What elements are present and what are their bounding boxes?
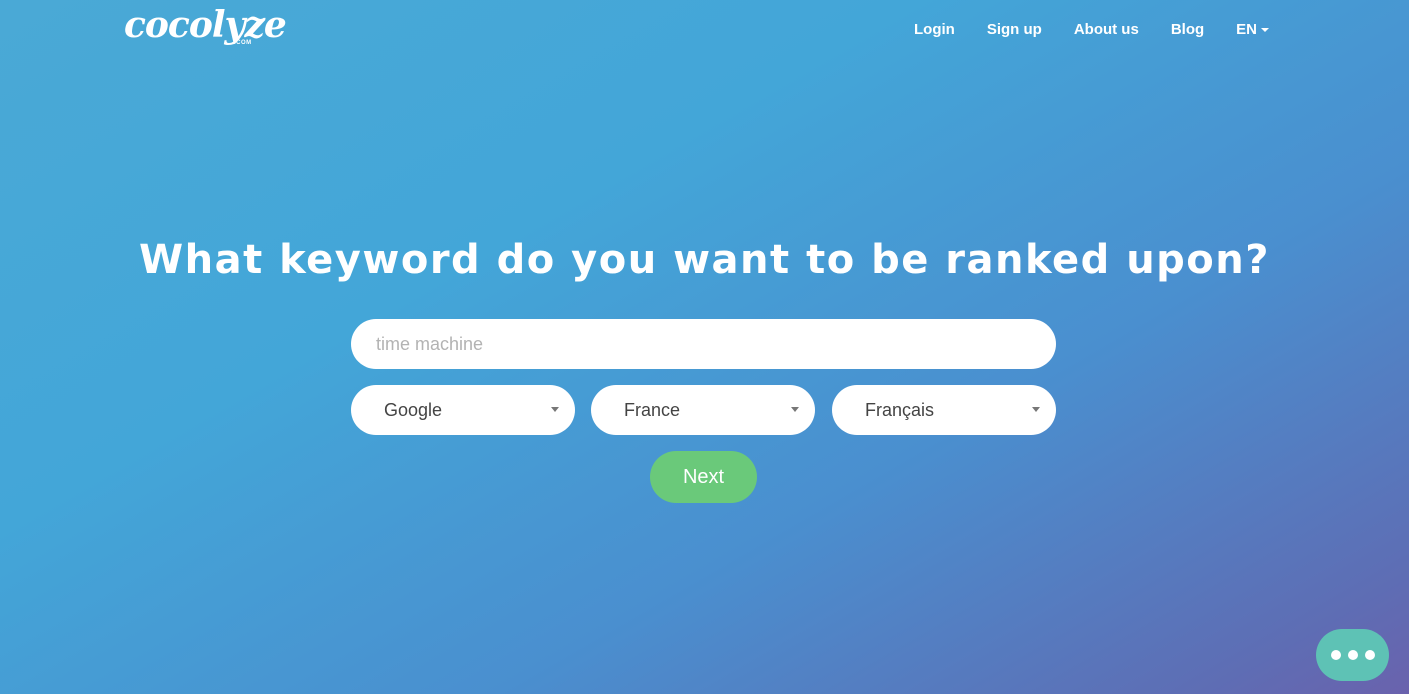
nav-blog-link[interactable]: Blog (1171, 21, 1204, 38)
language-select[interactable]: Français (832, 385, 1056, 435)
nav-signup-link[interactable]: Sign up (987, 21, 1042, 38)
search-engine-select[interactable]: Google (351, 385, 575, 435)
language-switcher[interactable]: EN (1236, 21, 1269, 38)
chat-dot-icon (1330, 650, 1341, 660)
dropdown-arrow-icon (791, 407, 799, 412)
keyword-input[interactable] (351, 319, 1056, 369)
chat-dot-icon (1347, 650, 1358, 660)
search-engine-value: Google (384, 399, 443, 420)
logo-suffix: .COM (234, 40, 252, 46)
top-navigation: Login Sign up About us Blog EN (914, 21, 1269, 38)
caret-down-icon (1261, 27, 1269, 32)
page-headline: What keyword do you want to be ranked up… (139, 237, 1270, 283)
country-select[interactable]: France (591, 385, 815, 435)
language-label: EN (1236, 21, 1257, 38)
dropdown-arrow-icon (551, 407, 559, 412)
brand-logo[interactable]: cocolyze .COM (124, 4, 287, 46)
chat-widget-button[interactable] (1316, 629, 1389, 681)
language-value: Français (865, 399, 935, 420)
country-value: France (624, 399, 681, 420)
next-button[interactable]: Next (650, 451, 757, 503)
nav-about-link[interactable]: About us (1074, 21, 1139, 38)
logo-wordmark: cocolyze (124, 4, 287, 46)
chat-dot-icon (1364, 650, 1375, 660)
nav-login-link[interactable]: Login (914, 21, 955, 38)
dropdown-arrow-icon (1032, 407, 1040, 412)
